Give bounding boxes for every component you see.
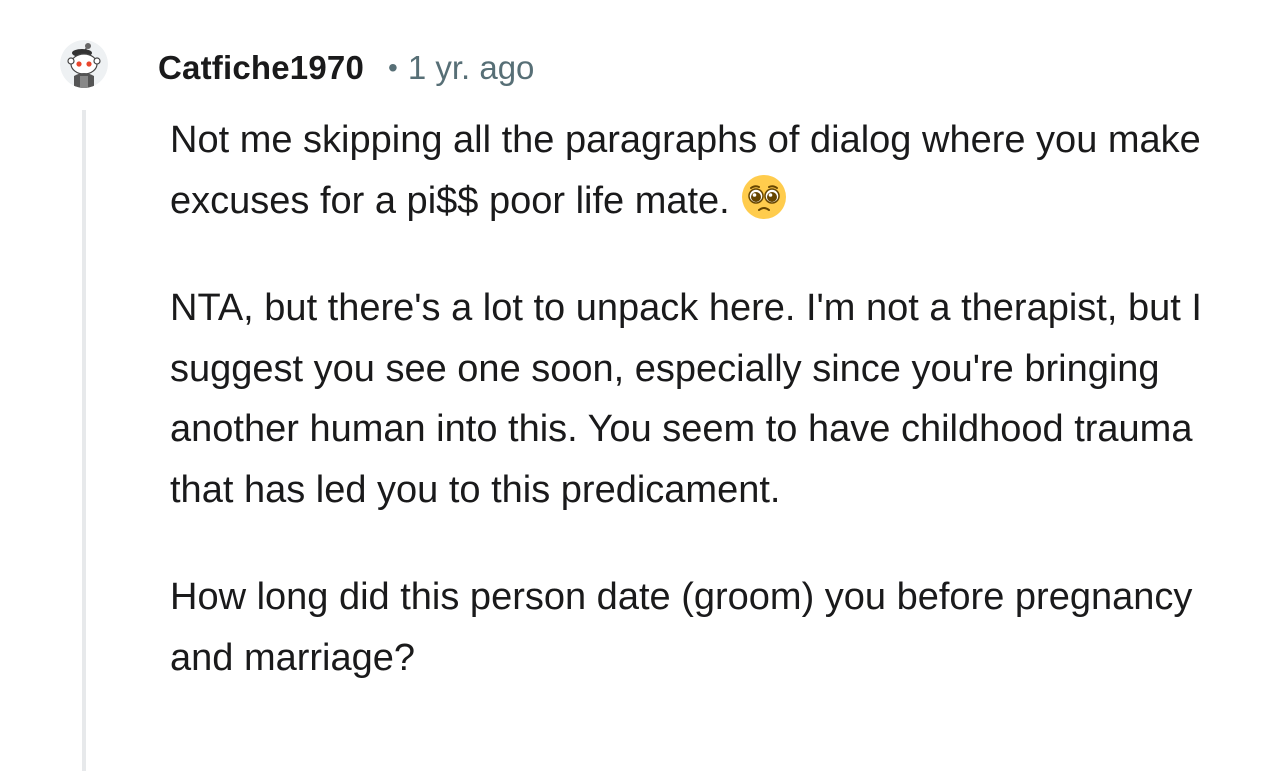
- pleading-face-emoji-icon: [740, 173, 788, 221]
- thread-line[interactable]: [82, 110, 86, 771]
- comment-body: Not me skipping all the paragraphs of di…: [170, 110, 1250, 735]
- comment-header: Catfiche1970 • 1 yr. ago: [158, 46, 534, 90]
- comment-paragraph: Not me skipping all the paragraphs of di…: [170, 110, 1250, 231]
- comment-paragraph: NTA, but there's a lot to unpack here. I…: [170, 287, 1202, 511]
- snoo-avatar-icon[interactable]: [60, 40, 108, 88]
- comment-paragraph: How long did this person date (groom) yo…: [170, 576, 1193, 679]
- comment: Catfiche1970 • 1 yr. ago Not me skipping…: [0, 0, 1284, 771]
- timestamp[interactable]: 1 yr. ago: [408, 49, 535, 87]
- paragraph-text: Not me skipping all the paragraphs of di…: [170, 119, 1201, 222]
- separator-dot: •: [388, 52, 398, 83]
- username[interactable]: Catfiche1970: [158, 49, 364, 87]
